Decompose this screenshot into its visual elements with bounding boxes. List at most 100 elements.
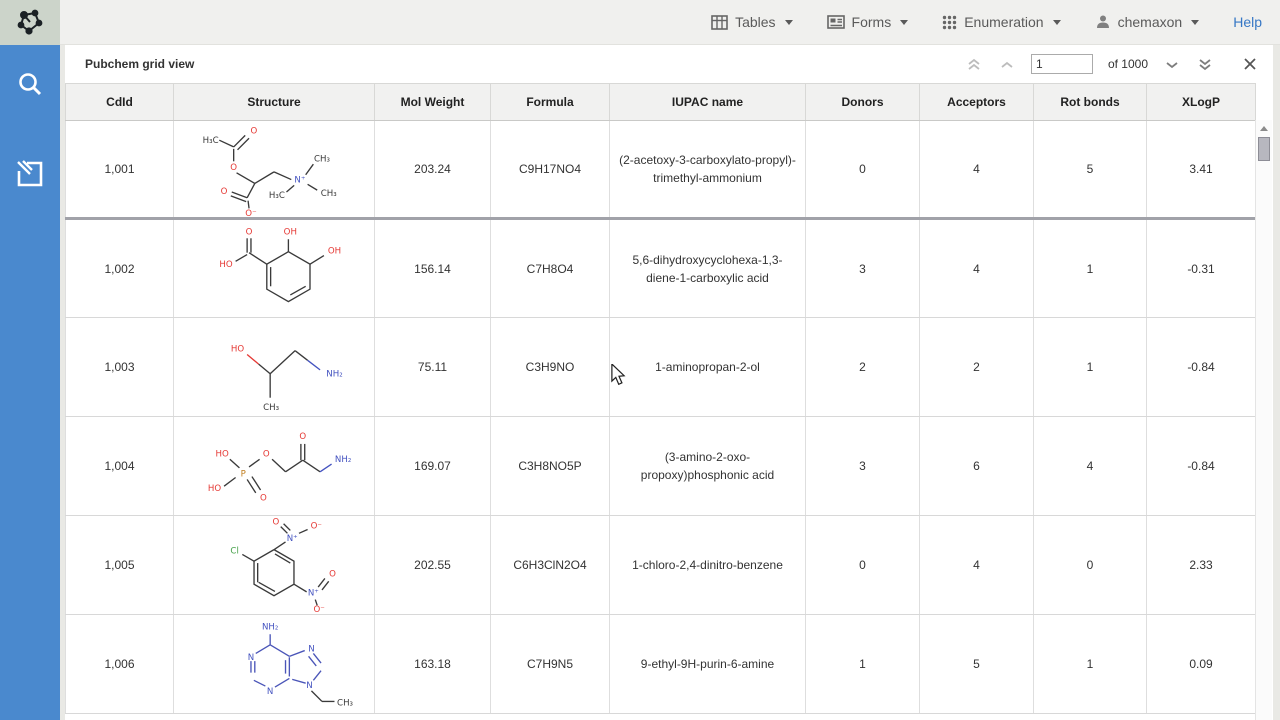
column-header-donors[interactable]: Donors xyxy=(806,84,920,121)
svg-text:O: O xyxy=(273,518,280,528)
column-header-xlogp[interactable]: XLogP xyxy=(1147,84,1256,121)
cdid-cell: 1,002 xyxy=(66,219,174,318)
sidebar-search-button[interactable] xyxy=(0,53,60,115)
last-page-button[interactable] xyxy=(1196,56,1214,73)
svg-text:N⁺: N⁺ xyxy=(294,175,305,185)
donors-cell: 0 xyxy=(806,516,920,615)
svg-text:O⁻: O⁻ xyxy=(311,522,322,532)
nav-tables[interactable]: Tables xyxy=(711,14,792,30)
structure-image: HO NH₂ CH₃ xyxy=(174,319,374,415)
iupac-cell: 5,6-dihydroxycyclohexa-1,3-diene-1-carbo… xyxy=(610,219,806,318)
enumeration-icon xyxy=(942,15,957,30)
page-number-input[interactable] xyxy=(1031,54,1093,74)
iupac-cell: (2-acetoxy-3-carboxylato-propyl)-trimeth… xyxy=(610,121,806,219)
table-row[interactable]: 1,003 HO NH₂ CH₃ 75.11 C3H9NO xyxy=(66,318,1256,417)
table-row[interactable]: 1,002 O HO OH OH xyxy=(66,219,1256,318)
sidebar-structure-import-button[interactable] xyxy=(0,143,60,205)
nav-enumeration-label: Enumeration xyxy=(964,14,1043,30)
acceptors-cell: 6 xyxy=(920,417,1034,516)
svg-text:N: N xyxy=(308,645,314,655)
xlogp-cell: 2.33 xyxy=(1147,516,1256,615)
acceptors-cell: 4 xyxy=(920,219,1034,318)
double-chevron-up-icon xyxy=(967,58,981,71)
table-row[interactable]: 1,001 H₃C O O N⁺ CH₃ CH₃ xyxy=(66,121,1256,219)
column-header-cdid[interactable]: CdId xyxy=(66,84,174,121)
molweight-cell: 203.24 xyxy=(375,121,491,219)
top-bar: Tables Forms Enumeration xyxy=(0,0,1280,45)
chevron-down-icon xyxy=(1191,20,1199,25)
structure-cell: HO NH₂ CH₃ xyxy=(174,318,375,417)
app-logo[interactable] xyxy=(0,0,60,45)
column-header-structure[interactable]: Structure xyxy=(174,84,375,121)
chevron-down-icon xyxy=(900,20,908,25)
table-row[interactable]: 1,005 Cl N⁺ O O⁻ xyxy=(66,516,1256,615)
xlogp-cell: 3.41 xyxy=(1147,121,1256,219)
structure-cell: H₃C O O N⁺ CH₃ CH₃ H₃C xyxy=(174,121,375,219)
xlogp-cell: -0.31 xyxy=(1147,219,1256,318)
cdid-cell: 1,004 xyxy=(66,417,174,516)
svg-text:O: O xyxy=(246,227,253,237)
scrollbar-thumb[interactable] xyxy=(1258,137,1270,161)
structure-image: Cl N⁺ O O⁻ N⁺ O O⁻ xyxy=(174,517,374,613)
nav-user-menu[interactable]: chemaxon xyxy=(1095,14,1200,30)
svg-text:NH₂: NH₂ xyxy=(326,370,342,380)
nav-tables-label: Tables xyxy=(735,14,775,30)
top-navigation: Tables Forms Enumeration xyxy=(711,14,1280,30)
molweight-cell: 169.07 xyxy=(375,417,491,516)
formula-cell: C9H17NO4 xyxy=(491,121,610,219)
xlogp-cell: -0.84 xyxy=(1147,417,1256,516)
next-page-button[interactable] xyxy=(1163,58,1181,71)
xlogp-cell: 0.09 xyxy=(1147,615,1256,714)
structure-image: HO HO P O O O xyxy=(174,418,374,514)
help-link[interactable]: Help xyxy=(1233,14,1262,30)
panel-title: Pubchem grid view xyxy=(85,57,194,71)
svg-text:Cl: Cl xyxy=(230,546,238,556)
previous-page-button[interactable] xyxy=(998,58,1016,71)
svg-text:H₃C: H₃C xyxy=(203,136,219,146)
close-icon xyxy=(1243,57,1257,71)
iupac-cell: 9-ethyl-9H-purin-6-amine xyxy=(610,615,806,714)
svg-text:O: O xyxy=(250,126,257,136)
nav-forms-label: Forms xyxy=(852,14,892,30)
structure-import-icon xyxy=(15,159,45,189)
svg-text:H₃C: H₃C xyxy=(269,191,285,201)
svg-text:HO: HO xyxy=(216,449,229,459)
table-row[interactable]: 1,006 xyxy=(66,615,1256,714)
column-header-acceptors[interactable]: Acceptors xyxy=(920,84,1034,121)
chevron-down-icon xyxy=(1165,60,1179,69)
svg-text:HO: HO xyxy=(208,484,221,494)
svg-text:CH₃: CH₃ xyxy=(321,189,338,199)
svg-text:O: O xyxy=(230,163,237,173)
molweight-cell: 163.18 xyxy=(375,615,491,714)
nav-forms[interactable]: Forms xyxy=(827,14,909,30)
mouse-cursor xyxy=(610,364,626,386)
svg-text:N: N xyxy=(248,653,254,663)
cdid-cell: 1,003 xyxy=(66,318,174,417)
column-header-formula[interactable]: Formula xyxy=(491,84,610,121)
structure-image: H₃C O O N⁺ CH₃ CH₃ H₃C xyxy=(174,121,374,217)
nav-user-label: chemaxon xyxy=(1118,14,1183,30)
svg-text:CH₃: CH₃ xyxy=(263,403,280,413)
nav-enumeration[interactable]: Enumeration xyxy=(942,14,1060,30)
compound-table: CdId Structure Mol Weight Formula IUPAC … xyxy=(65,83,1256,714)
column-header-rotbonds[interactable]: Rot bonds xyxy=(1034,84,1147,121)
svg-text:O: O xyxy=(221,187,228,197)
user-icon xyxy=(1095,14,1111,30)
svg-text:N: N xyxy=(267,687,273,697)
svg-text:OH: OH xyxy=(284,227,297,237)
iupac-cell: 1-chloro-2,4-dinitro-benzene xyxy=(610,516,806,615)
first-page-button[interactable] xyxy=(965,56,983,73)
scrollbar-up-arrow-icon[interactable] xyxy=(1260,126,1268,131)
column-header-iupac[interactable]: IUPAC name xyxy=(610,84,806,121)
molecule-logo-icon xyxy=(16,7,44,37)
formula-cell: C6H3ClN2O4 xyxy=(491,516,610,615)
svg-text:N⁺: N⁺ xyxy=(287,534,298,544)
cdid-cell: 1,001 xyxy=(66,121,174,219)
acceptors-cell: 2 xyxy=(920,318,1034,417)
vertical-scrollbar[interactable] xyxy=(1255,120,1272,720)
close-grid-button[interactable] xyxy=(1241,55,1259,73)
cdid-cell: 1,005 xyxy=(66,516,174,615)
table-row[interactable]: 1,004 HO HO P O O xyxy=(66,417,1256,516)
acceptors-cell: 4 xyxy=(920,516,1034,615)
column-header-molweight[interactable]: Mol Weight xyxy=(375,84,491,121)
